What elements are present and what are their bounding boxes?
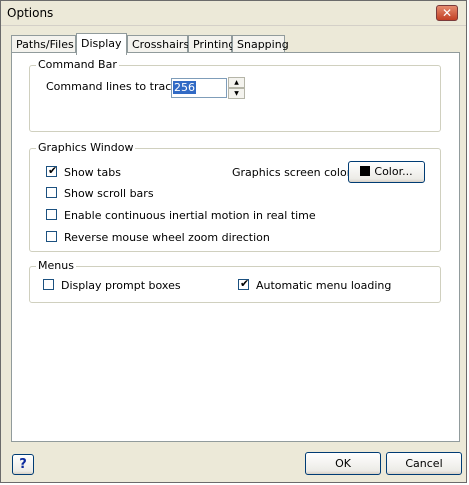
cancel-button-label: Cancel	[405, 457, 443, 470]
help-button[interactable]: ?	[12, 454, 34, 475]
spin-down-button[interactable]: ▼	[228, 88, 245, 99]
auto-menu-loading-checkbox[interactable]: ✔	[238, 277, 250, 290]
tab-label: Printing	[193, 38, 236, 51]
tab-printing[interactable]: Printing	[188, 35, 236, 53]
group-title: Graphics Window	[36, 141, 136, 154]
title-bar[interactable]: Options ✕	[1, 1, 466, 26]
spin-up-button[interactable]: ▲	[228, 77, 245, 88]
command-lines-input[interactable]: 256	[171, 78, 227, 98]
reverse-wheel-label: Reverse mouse wheel zoom direction	[64, 231, 270, 244]
tab-label: Display	[81, 37, 122, 50]
command-lines-stepper: ▲ ▼	[228, 77, 245, 99]
tab-label: Paths/Files	[16, 38, 74, 51]
color-button-label: Color...	[374, 165, 413, 178]
show-tabs-checkbox[interactable]: ✔	[46, 164, 58, 177]
screen-color-label: Graphics screen color:	[232, 166, 355, 179]
show-scroll-bars-checkbox[interactable]	[46, 187, 57, 198]
group-title: Menus	[36, 259, 76, 272]
cancel-button[interactable]: Cancel	[386, 452, 462, 475]
continuous-motion-label: Enable continuous inertial motion in rea…	[64, 209, 316, 222]
prompt-boxes-label: Display prompt boxes	[61, 279, 181, 292]
check-icon: ✔	[240, 277, 250, 290]
window-title: Options	[7, 6, 54, 20]
reverse-wheel-checkbox[interactable]	[46, 231, 57, 242]
color-button[interactable]: Color...	[348, 161, 425, 183]
ok-button[interactable]: OK	[305, 452, 381, 475]
tab-crosshairs[interactable]: Crosshairs	[127, 35, 190, 53]
tab-paths-files[interactable]: Paths/Files	[11, 35, 76, 53]
close-icon: ✕	[441, 6, 453, 20]
tab-label: Crosshairs	[132, 38, 190, 51]
chevron-up-icon: ▲	[234, 79, 239, 86]
command-lines-label: Command lines to track:	[46, 80, 182, 93]
close-button[interactable]: ✕	[436, 5, 458, 21]
group-title: Command Bar	[36, 58, 119, 71]
continuous-motion-checkbox[interactable]	[46, 209, 57, 220]
command-lines-value: 256	[173, 81, 196, 94]
options-dialog: Options ✕ Paths/Files Display Crosshairs…	[0, 0, 467, 483]
help-icon: ?	[19, 457, 27, 472]
tab-label: Snapping	[237, 38, 289, 51]
tab-snapping[interactable]: Snapping	[232, 35, 289, 53]
check-icon: ✔	[48, 164, 58, 177]
prompt-boxes-checkbox[interactable]	[43, 279, 54, 290]
ok-button-label: OK	[335, 457, 351, 470]
show-tabs-label: Show tabs	[64, 166, 121, 179]
chevron-down-icon: ▼	[234, 90, 239, 97]
auto-menu-loading-label: Automatic menu loading	[256, 279, 392, 292]
color-swatch	[360, 166, 371, 176]
tab-display[interactable]: Display	[76, 33, 127, 55]
show-scroll-bars-label: Show scroll bars	[64, 187, 154, 200]
